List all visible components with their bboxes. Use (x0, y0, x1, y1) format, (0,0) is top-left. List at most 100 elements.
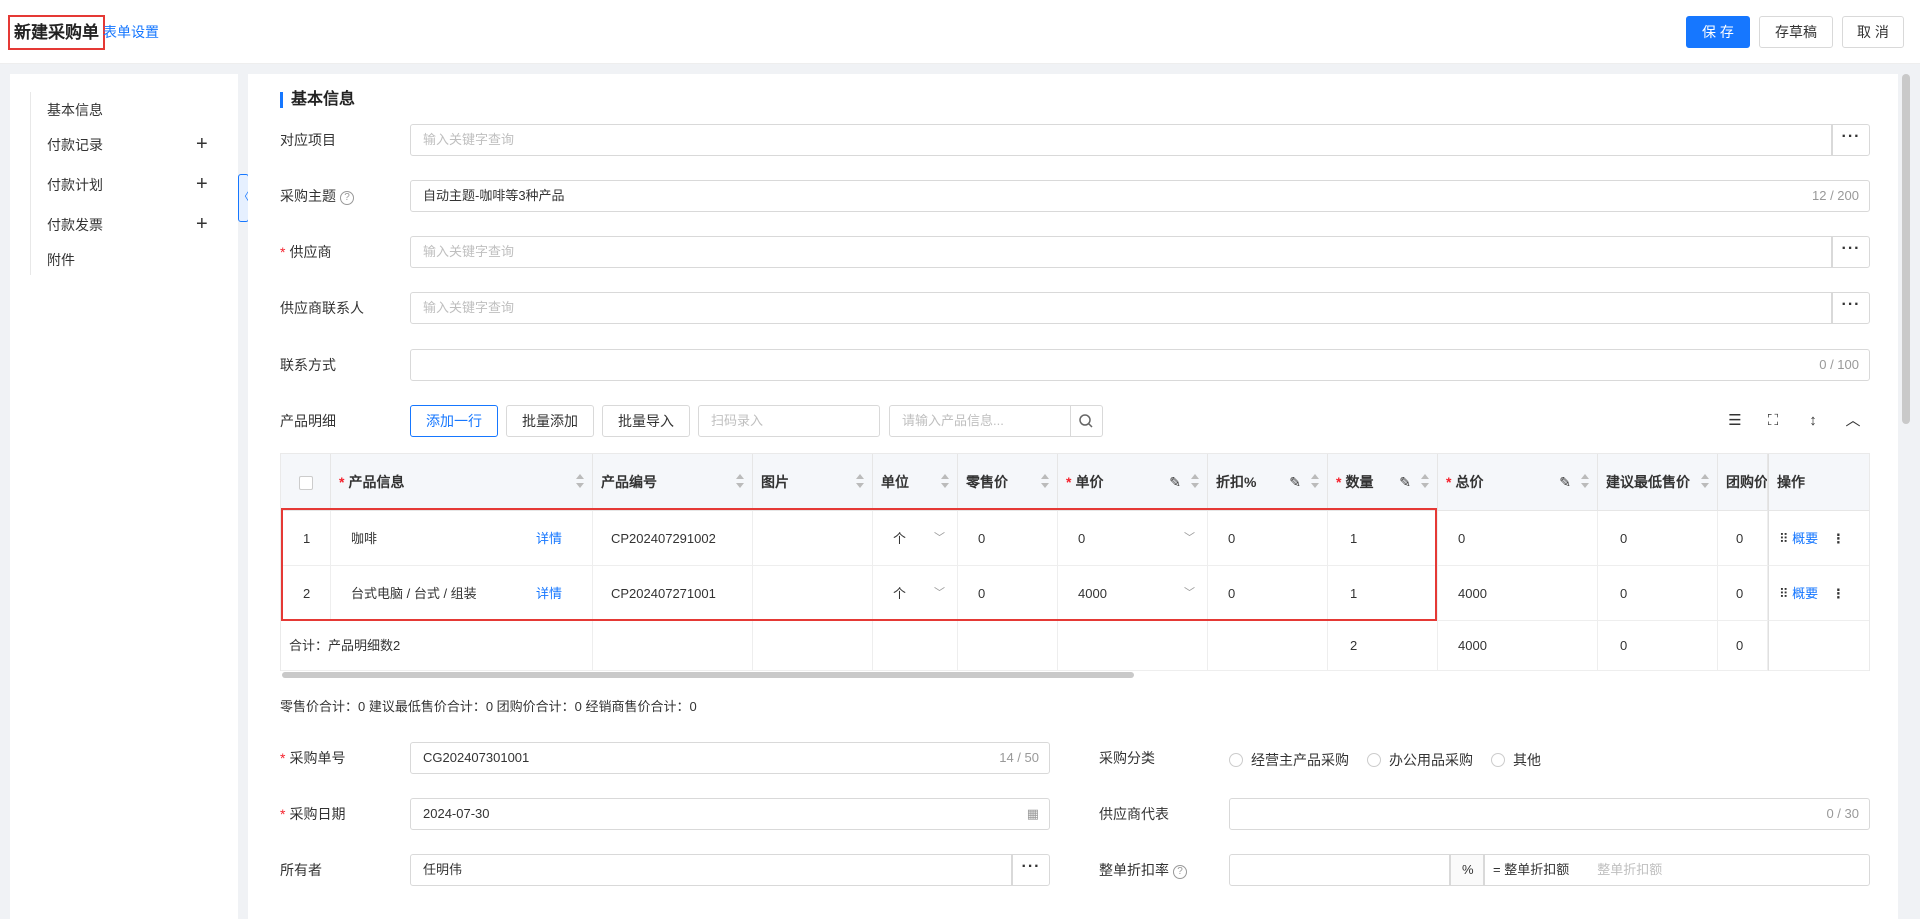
batch-add-button[interactable]: 批量添加 (506, 405, 594, 437)
scan-input[interactable]: 扫码录入 (698, 405, 880, 437)
subject-input[interactable]: 自动主题-咖啡等3种产品 12 / 200 (410, 180, 1870, 212)
footer-min-price: 0 (1598, 621, 1718, 671)
sort-icon[interactable] (1701, 474, 1709, 490)
add-payment-record-icon[interactable]: + (196, 134, 208, 154)
sort-icon[interactable] (856, 474, 864, 490)
row-height-icon[interactable]: ☰ (1724, 410, 1746, 432)
unit-select[interactable]: 个 ﹀ (873, 511, 958, 566)
discount-amount-input[interactable]: = 整单折扣额 整单折扣额 (1484, 854, 1870, 886)
supplier-contact-input[interactable]: 输入关键字查询 (410, 292, 1832, 324)
sort-icon[interactable] (736, 474, 744, 490)
sort-icon[interactable] (576, 474, 584, 490)
add-payment-plan-icon[interactable]: + (196, 174, 208, 194)
contact-way-input[interactable]: 0 / 100 (410, 349, 1870, 381)
col-image[interactable]: 图片 (753, 454, 873, 511)
category-radio-main[interactable]: 经营主产品采购 (1229, 750, 1349, 770)
discount-cell[interactable]: 0 (1208, 566, 1328, 621)
col-retail-price[interactable]: 零售价 (958, 454, 1058, 511)
save-button[interactable]: 保 存 (1686, 16, 1750, 48)
min-price-cell: 0 (1598, 511, 1718, 566)
edit-icon[interactable]: ✎ (1559, 454, 1571, 510)
chevron-down-icon: ﹀ (1184, 532, 1195, 544)
batch-import-button[interactable]: 批量导入 (602, 405, 690, 437)
discount-cell[interactable]: 0 (1208, 511, 1328, 566)
expand-vertical-icon[interactable]: ↕ (1802, 410, 1824, 432)
drag-handle-icon[interactable]: ⠿ (1779, 586, 1789, 601)
sidebar-line (30, 92, 31, 275)
sort-icon[interactable] (1191, 474, 1199, 490)
overview-link[interactable]: 概要 (1792, 531, 1818, 546)
category-radio-other[interactable]: 其他 (1491, 750, 1541, 770)
fullscreen-icon[interactable]: ⛶ (1762, 410, 1784, 432)
unit-price-select[interactable]: 4000 ﹀ (1058, 566, 1208, 621)
overview-link[interactable]: 概要 (1792, 586, 1818, 601)
page-scrollbar[interactable] (1902, 74, 1910, 424)
sidebar-item-basic-info[interactable]: 基本信息 (47, 100, 103, 120)
sidebar-item-payment-records[interactable]: 付款记录 (47, 135, 103, 155)
sort-icon[interactable] (941, 474, 949, 490)
retail-price-cell[interactable]: 0 (958, 566, 1058, 621)
col-quantity[interactable]: * 数量 ✎ (1328, 454, 1438, 511)
product-code-cell: CP202407271001 (593, 566, 753, 621)
operation-cell: ⠿ 概要 ⋮ (1768, 566, 1869, 621)
quantity-cell[interactable]: 1 (1328, 566, 1438, 621)
product-detail-link[interactable]: 详情 (536, 566, 562, 621)
quantity-cell[interactable]: 1 (1328, 511, 1438, 566)
edit-icon[interactable]: ✎ (1289, 454, 1301, 510)
search-button[interactable] (1071, 405, 1103, 437)
collapse-up-icon[interactable]: ︿ (1842, 410, 1864, 432)
col-unit[interactable]: 单位 (873, 454, 958, 511)
product-detail-link[interactable]: 详情 (536, 511, 562, 566)
product-search-input[interactable]: 请输入产品信息... (889, 405, 1071, 437)
chevron-down-icon: ﹀ (934, 587, 945, 599)
col-operation: 操作 (1768, 454, 1869, 511)
order-date-picker[interactable]: 2024-07-30 ▦ (410, 798, 1050, 830)
footer-cell (1208, 621, 1328, 671)
retail-price-cell[interactable]: 0 (958, 511, 1058, 566)
project-more-button[interactable]: ··· (1832, 124, 1870, 156)
save-draft-button[interactable]: 存草稿 (1759, 16, 1833, 48)
discount-rate-label: 整单折扣率? (1099, 860, 1187, 880)
sort-icon[interactable] (1581, 474, 1589, 490)
sort-icon[interactable] (1041, 474, 1049, 490)
edit-icon[interactable]: ✎ (1399, 454, 1411, 510)
unit-select[interactable]: 个 ﹀ (873, 566, 958, 621)
drag-handle-icon[interactable]: ⠿ (1779, 531, 1789, 546)
order-no-input[interactable]: CG202407301001 14 / 50 (410, 742, 1050, 774)
add-row-button[interactable]: 添加一行 (410, 405, 498, 437)
discount-rate-input[interactable] (1229, 854, 1450, 886)
col-discount[interactable]: 折扣% ✎ (1208, 454, 1328, 511)
sort-icon[interactable] (1311, 474, 1319, 490)
form-setting-link[interactable]: 表单设置 (103, 22, 159, 42)
more-icon[interactable]: ⋮ (1832, 531, 1845, 546)
sort-icon[interactable] (1421, 474, 1429, 490)
supplier-input[interactable]: 输入关键字查询 (410, 236, 1832, 268)
col-min-price[interactable]: 建议最低售价 (1598, 454, 1718, 511)
more-icon[interactable]: ⋮ (1832, 586, 1845, 601)
cancel-button[interactable]: 取 消 (1842, 16, 1904, 48)
supplier-rep-input[interactable]: 0 / 30 (1229, 798, 1870, 830)
supplier-more-button[interactable]: ··· (1832, 236, 1870, 268)
owner-input[interactable]: 任明伟 (410, 854, 1012, 886)
category-radio-office[interactable]: 办公用品采购 (1367, 750, 1473, 770)
table-scrollbar-thumb[interactable] (282, 672, 1134, 678)
supplier-contact-more-button[interactable]: ··· (1832, 292, 1870, 324)
sidebar-item-attachment[interactable]: 附件 (47, 250, 75, 270)
footer-quantity: 2 (1328, 621, 1438, 671)
col-unit-price[interactable]: * 单价 ✎ (1058, 454, 1208, 511)
supplier-label: * 供应商 (280, 244, 332, 260)
sidebar-item-payment-plan[interactable]: 付款计划 (47, 175, 103, 195)
total-price-cell[interactable]: 0 (1438, 511, 1598, 566)
unit-price-select[interactable]: 0 ﹀ (1058, 511, 1208, 566)
col-product-info[interactable]: * 产品信息 (331, 454, 593, 511)
total-price-cell[interactable]: 4000 (1438, 566, 1598, 621)
project-input[interactable]: 输入关键字查询 (410, 124, 1832, 156)
col-total-price[interactable]: * 总价 ✎ (1438, 454, 1598, 511)
col-product-code[interactable]: 产品编号 (593, 454, 753, 511)
add-payment-invoice-icon[interactable]: + (196, 214, 208, 234)
col-group-price[interactable]: 团购价 (1718, 454, 1768, 511)
select-all-checkbox[interactable] (299, 476, 313, 490)
owner-more-button[interactable]: ··· (1012, 854, 1050, 886)
edit-icon[interactable]: ✎ (1169, 454, 1181, 510)
sidebar-item-payment-invoice[interactable]: 付款发票 (47, 215, 103, 235)
